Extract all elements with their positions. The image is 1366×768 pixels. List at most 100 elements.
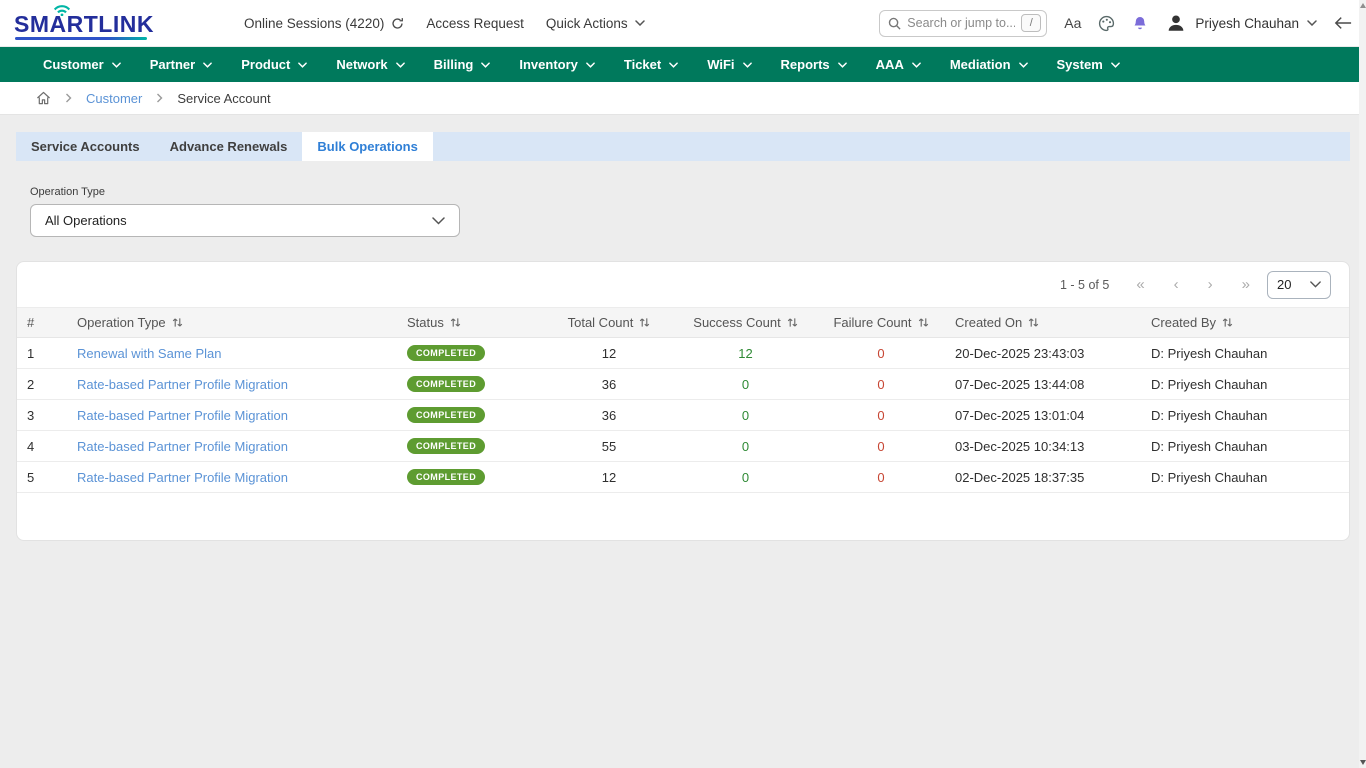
next-page-button[interactable]: ›: [1208, 277, 1213, 292]
total-count-cell: 12: [544, 470, 674, 485]
column-header-label: Total Count: [568, 315, 634, 330]
home-icon[interactable]: [36, 91, 51, 105]
column-header-label: Failure Count: [833, 315, 911, 330]
access-request-label: Access Request: [426, 16, 524, 31]
access-request-link[interactable]: Access Request: [426, 16, 524, 31]
table-header: # Operation Type Status: [17, 307, 1349, 338]
nav-item[interactable]: Product: [241, 57, 307, 72]
nav-item[interactable]: Network: [336, 57, 404, 72]
smartlink-logo[interactable]: SMARTLINK: [14, 0, 186, 47]
success-count-cell: 0: [674, 408, 817, 423]
row-number: 5: [17, 470, 67, 485]
last-page-button[interactable]: »: [1242, 277, 1250, 292]
sort-icon[interactable]: [787, 317, 798, 328]
sort-icon[interactable]: [918, 317, 929, 328]
prev-page-button[interactable]: ‹: [1174, 277, 1179, 292]
tab[interactable]: Advance Renewals: [155, 132, 303, 161]
online-sessions-link[interactable]: Online Sessions (4220): [244, 16, 404, 31]
success-count-cell: 0: [674, 470, 817, 485]
column-header[interactable]: Failure Count: [817, 315, 945, 330]
tab-label: Advance Renewals: [170, 139, 288, 154]
scroll-up-arrow[interactable]: [1360, 3, 1366, 8]
topbar-right: / Aa Priyesh Chauhan: [879, 10, 1352, 37]
column-header[interactable]: Created On: [945, 315, 1141, 330]
nav-item[interactable]: Ticket: [624, 57, 678, 72]
created-on-cell: 03-Dec-2025 10:34:13: [945, 439, 1141, 454]
vertical-scrollbar[interactable]: [1359, 0, 1366, 768]
sort-icon[interactable]: [1028, 317, 1039, 328]
created-by-cell: D: Priyesh Chauhan: [1141, 346, 1349, 361]
nav-item-label: Ticket: [624, 57, 661, 72]
user-name: Priyesh Chauhan: [1195, 16, 1299, 31]
nav-item-label: Customer: [43, 57, 104, 72]
operation-type-link[interactable]: Rate-based Partner Profile Migration: [77, 377, 288, 392]
tab[interactable]: Service Accounts: [16, 132, 155, 161]
nav-item[interactable]: Partner: [150, 57, 213, 72]
failure-count-cell: 0: [817, 470, 945, 485]
nav-item[interactable]: Mediation: [950, 57, 1028, 72]
nav-item-label: Network: [336, 57, 387, 72]
search-box[interactable]: /: [879, 10, 1047, 37]
nav-item-label: Inventory: [519, 57, 578, 72]
back-arrow-icon[interactable]: [1334, 16, 1352, 30]
nav-item-label: Product: [241, 57, 290, 72]
breadcrumb-customer[interactable]: Customer: [86, 91, 142, 106]
status-badge: COMPLETED: [407, 469, 485, 485]
column-header[interactable]: Success Count: [674, 315, 817, 330]
first-page-button[interactable]: «: [1136, 277, 1144, 292]
column-header[interactable]: #: [17, 315, 67, 330]
breadcrumb-current: Service Account: [177, 91, 270, 106]
text-size-button[interactable]: Aa: [1064, 15, 1081, 31]
bulk-operations-card: 1 - 5 of 5 « ‹ › » 20 #: [16, 261, 1350, 541]
column-header[interactable]: Operation Type: [67, 315, 397, 330]
nav-item[interactable]: Inventory: [519, 57, 595, 72]
column-header-label: Success Count: [693, 315, 780, 330]
nav-item[interactable]: System: [1057, 57, 1120, 72]
nav-item[interactable]: Reports: [781, 57, 847, 72]
nav-item[interactable]: AAA: [876, 57, 921, 72]
nav-item[interactable]: WiFi: [707, 57, 751, 72]
nav-item[interactable]: Billing: [434, 57, 491, 72]
nav-item-label: AAA: [876, 57, 904, 72]
sort-icon[interactable]: [450, 317, 461, 328]
column-header[interactable]: Status: [397, 315, 544, 330]
sort-icon[interactable]: [639, 317, 650, 328]
main-content: Service Accounts Advance Renewals Bulk O…: [0, 115, 1366, 541]
tab[interactable]: Bulk Operations: [302, 132, 432, 161]
chevron-right-icon: [156, 93, 163, 103]
sort-icon[interactable]: [172, 317, 183, 328]
column-header[interactable]: Created By: [1141, 315, 1349, 330]
table-toolbar: 1 - 5 of 5 « ‹ › » 20: [17, 262, 1349, 307]
operation-type-link[interactable]: Renewal with Same Plan: [77, 346, 222, 361]
table-row: 2 Rate-based Partner Profile Migration C…: [17, 369, 1349, 400]
user-menu[interactable]: Priyesh Chauhan: [1165, 12, 1317, 34]
operation-type-link[interactable]: Rate-based Partner Profile Migration: [77, 439, 288, 454]
column-header-label: Operation Type: [77, 315, 166, 330]
chevron-down-icon: [912, 62, 921, 68]
failure-count-cell: 0: [817, 346, 945, 361]
refresh-icon[interactable]: [391, 17, 404, 30]
quick-actions-menu[interactable]: Quick Actions: [546, 16, 645, 31]
operation-type-link[interactable]: Rate-based Partner Profile Migration: [77, 470, 288, 485]
chevron-down-icon: [586, 62, 595, 68]
search-input[interactable]: [907, 16, 1015, 30]
column-header[interactable]: Total Count: [544, 315, 674, 330]
created-on-cell: 07-Dec-2025 13:01:04: [945, 408, 1141, 423]
operation-type-link[interactable]: Rate-based Partner Profile Migration: [77, 408, 288, 423]
row-number: 1: [17, 346, 67, 361]
scroll-down-arrow[interactable]: [1360, 760, 1366, 765]
topbar-links: Online Sessions (4220) Access Request Qu…: [244, 16, 645, 31]
status-badge: COMPLETED: [407, 407, 485, 423]
theme-palette-icon[interactable]: [1098, 15, 1115, 32]
notifications-bell-icon[interactable]: [1132, 15, 1148, 32]
page-size-select[interactable]: 20: [1267, 271, 1331, 299]
sort-icon[interactable]: [1222, 317, 1233, 328]
failure-count-cell: 0: [817, 439, 945, 454]
nav-item[interactable]: Customer: [43, 57, 121, 72]
operation-type-select[interactable]: All Operations: [30, 204, 460, 237]
total-count-cell: 55: [544, 439, 674, 454]
failure-count-cell: 0: [817, 377, 945, 392]
operation-type-value: All Operations: [45, 213, 127, 228]
table-row: 3 Rate-based Partner Profile Migration C…: [17, 400, 1349, 431]
column-header-label: #: [27, 315, 34, 330]
